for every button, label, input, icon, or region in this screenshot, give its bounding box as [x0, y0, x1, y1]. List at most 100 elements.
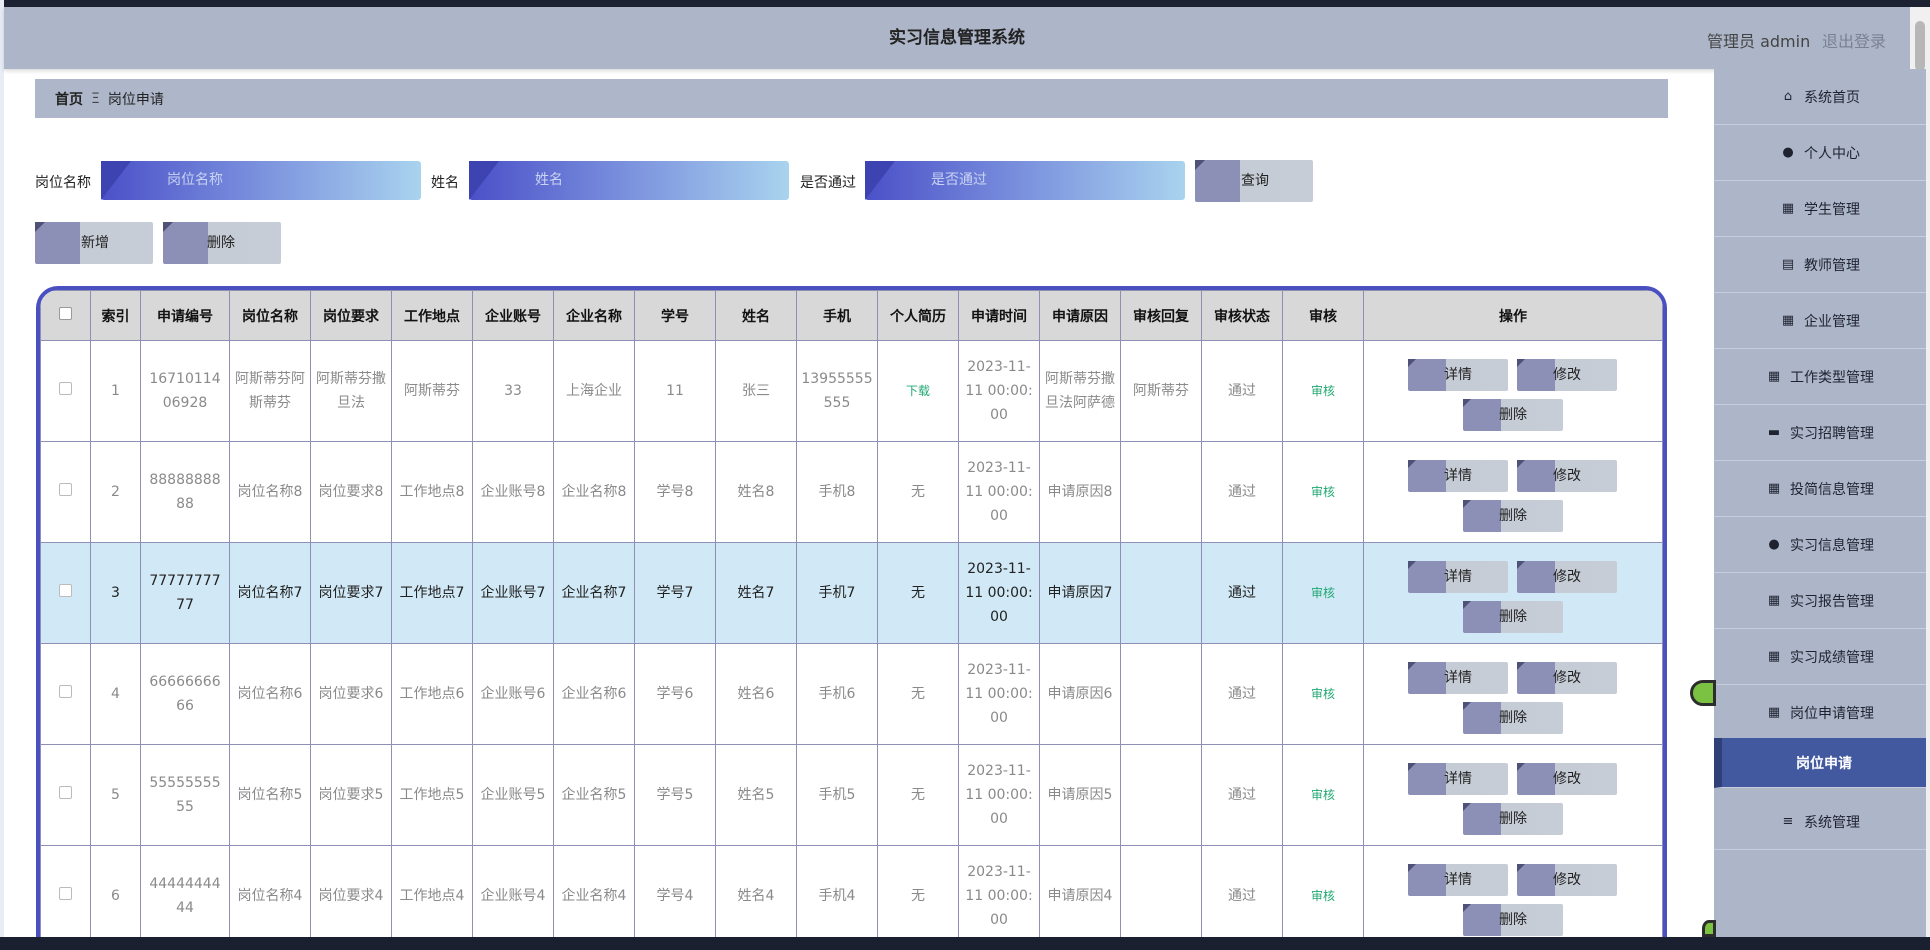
row-select-cell[interactable]	[40, 643, 91, 745]
table-row[interactable]: 1 1671011406928 阿斯蒂芬阿斯蒂芬 阿斯蒂芬撒旦法 阿斯蒂芬 33 上海企业 1…	[40, 340, 1663, 442]
sidebar-item-8[interactable]: ▦ 投简信息管理	[1714, 461, 1926, 517]
cell-company: 上海企业	[553, 340, 635, 442]
row-select-cell[interactable]	[40, 542, 91, 644]
edit-button[interactable]: 修改	[1517, 662, 1617, 694]
table-row[interactable]: 2 8888888888 岗位名称8 岗位要求8 工作地点8 企业账号8 企业名称8 学号8 姓…	[40, 441, 1663, 543]
operations-group: 详情 修改删除	[1368, 654, 1658, 734]
sidebar-item-label: 实习报告管理	[1790, 593, 1874, 610]
cell-reason: 申请原因4	[1039, 845, 1121, 946]
cell-audit: 审核	[1282, 744, 1364, 846]
cell-time: 2023-11-11 00:00:00	[958, 340, 1040, 442]
sidebar-item-label: 投简信息管理	[1790, 481, 1874, 498]
audit-link[interactable]: 审核	[1311, 687, 1335, 701]
edit-button[interactable]: 修改	[1517, 359, 1617, 391]
audit-link[interactable]: 审核	[1311, 889, 1335, 903]
audit-link[interactable]: 审核	[1311, 485, 1335, 499]
row-select-cell[interactable]	[40, 340, 91, 442]
detail-button[interactable]: 详情	[1408, 662, 1508, 694]
audit-link[interactable]: 审核	[1311, 586, 1335, 600]
post-name-input[interactable]: 岗位名称	[101, 161, 421, 200]
cell-time: 2023-11-11 00:00:00	[958, 643, 1040, 745]
row-checkbox[interactable]	[59, 685, 72, 698]
row-checkbox[interactable]	[59, 786, 72, 799]
table-row[interactable]: 4 6666666666 岗位名称6 岗位要求6 工作地点6 企业账号6 企业名称6 学号6 姓…	[40, 643, 1663, 745]
select-all-checkbox[interactable]	[59, 307, 72, 320]
sidebar-item-10[interactable]: ▦ 实习报告管理	[1714, 573, 1926, 629]
grid-icon: ▦	[1767, 481, 1781, 496]
cell-account: 企业账号5	[472, 744, 554, 846]
add-button[interactable]: 新增	[35, 222, 153, 264]
sidebar-item-3[interactable]: ▦ 学生管理	[1714, 181, 1926, 237]
select-all-cell[interactable]	[40, 290, 91, 341]
cell-resume: 无	[877, 744, 959, 846]
sidebar-item-1[interactable]: ⌂ 系统首页	[1714, 69, 1926, 125]
batch-delete-button[interactable]: 删除	[163, 222, 281, 264]
edit-button[interactable]: 修改	[1517, 460, 1617, 492]
cell-company: 企业名称6	[553, 643, 635, 745]
row-checkbox[interactable]	[59, 382, 72, 395]
detail-button[interactable]: 详情	[1408, 763, 1508, 795]
table-row[interactable]: 3 7777777777 岗位名称7 岗位要求7 工作地点7 企业账号7 企业名称7 学号7 姓…	[40, 542, 1663, 644]
name-label: 姓名	[431, 175, 459, 191]
sidebar-item-label: 工作类型管理	[1790, 369, 1874, 386]
sidebar-item-14[interactable]: ≡ 系统管理	[1714, 794, 1926, 850]
delete-button[interactable]: 删除	[1463, 601, 1563, 633]
cell-index: 4	[90, 643, 141, 745]
row-select-cell[interactable]	[40, 845, 91, 946]
grid-icon: ▦	[1767, 593, 1781, 608]
edit-button[interactable]: 修改	[1517, 561, 1617, 593]
cell-reply	[1120, 643, 1202, 745]
detail-button[interactable]: 详情	[1408, 864, 1508, 896]
top-header: 实习信息管理系统 管理员 admin 退出登录	[4, 7, 1910, 69]
sidebar-item-4[interactable]: ▤ 教师管理	[1714, 237, 1926, 293]
cell-time: 2023-11-11 00:00:00	[958, 845, 1040, 946]
edit-button[interactable]: 修改	[1517, 864, 1617, 896]
row-select-cell[interactable]	[40, 744, 91, 846]
cell-student-no: 学号4	[634, 845, 716, 946]
audit-link[interactable]: 审核	[1311, 788, 1335, 802]
row-checkbox[interactable]	[59, 887, 72, 900]
sidebar-item-9[interactable]: ● 实习信息管理	[1714, 517, 1926, 573]
sidebar-item-7[interactable]: ▬ 实习招聘管理	[1714, 405, 1926, 461]
cell-name: 姓名6	[715, 643, 797, 745]
cell-audit: 审核	[1282, 441, 1364, 543]
row-select-cell[interactable]	[40, 441, 91, 543]
cell-req: 岗位要求5	[310, 744, 392, 846]
delete-button[interactable]: 删除	[1463, 500, 1563, 532]
user-icon: ●	[1782, 145, 1794, 160]
grid-icon: ▦	[1781, 201, 1795, 216]
delete-button[interactable]: 删除	[1463, 399, 1563, 431]
delete-button[interactable]: 删除	[1463, 803, 1563, 835]
row-checkbox[interactable]	[59, 584, 72, 597]
table-row[interactable]: 5 5555555555 岗位名称5 岗位要求5 工作地点5 企业账号5 企业名称5 学号5 姓…	[40, 744, 1663, 846]
logout-link[interactable]: 退出登录	[1822, 28, 1886, 52]
sidebar-item-11[interactable]: ▦ 实习成绩管理	[1714, 629, 1926, 685]
sidebar-item-2[interactable]: ● 个人中心	[1714, 125, 1926, 181]
breadcrumb-home[interactable]: 首页	[55, 89, 83, 109]
sidebar-item-6[interactable]: ▦ 工作类型管理	[1714, 349, 1926, 405]
name-input[interactable]: 姓名	[469, 161, 789, 200]
detail-button[interactable]: 详情	[1408, 561, 1508, 593]
sidebar-item-label: 学生管理	[1804, 201, 1860, 218]
detail-button[interactable]: 详情	[1408, 359, 1508, 391]
delete-button[interactable]: 删除	[1463, 702, 1563, 734]
cell-place: 工作地点5	[391, 744, 473, 846]
passed-input[interactable]: 是否通过	[865, 161, 1185, 200]
sidebar-item-13[interactable]: 岗位申请	[1714, 738, 1926, 788]
cell-resume: 无	[877, 441, 959, 543]
edit-button[interactable]: 修改	[1517, 763, 1617, 795]
cell-index: 2	[90, 441, 141, 543]
row-checkbox[interactable]	[59, 483, 72, 496]
cell-resume: 无	[877, 845, 959, 946]
detail-button[interactable]: 详情	[1408, 460, 1508, 492]
delete-button[interactable]: 删除	[1463, 904, 1563, 936]
sidebar-item-12[interactable]: ▦ 岗位申请管理	[1714, 685, 1926, 741]
audit-link[interactable]: 审核	[1311, 384, 1335, 398]
column-header: 个人简历	[877, 290, 959, 341]
table-row[interactable]: 6 4444444444 岗位名称4 岗位要求4 工作地点4 企业账号4 企业名称4 学号4 姓…	[40, 845, 1663, 946]
query-button[interactable]: 查询	[1195, 160, 1313, 202]
resume-download-link[interactable]: 下载	[906, 384, 930, 398]
column-header: 岗位名称	[229, 290, 311, 341]
sidebar-item-5[interactable]: ▦ 企业管理	[1714, 293, 1926, 349]
scrollbar-thumb[interactable]	[1915, 21, 1925, 71]
